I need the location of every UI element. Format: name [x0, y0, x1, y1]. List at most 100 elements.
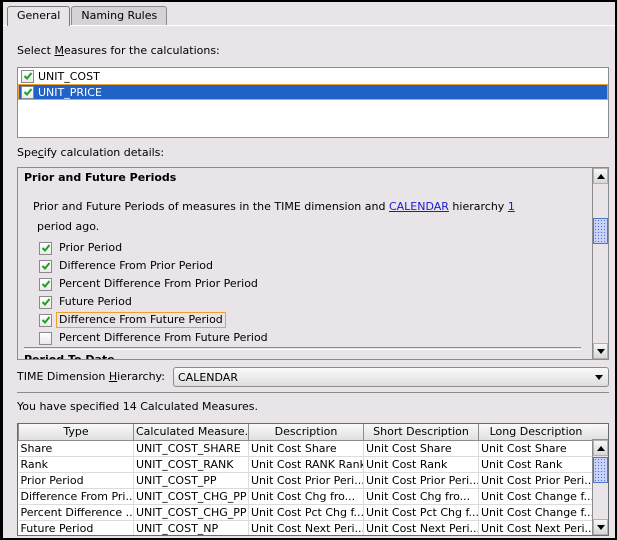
option-label: Prior Period	[59, 241, 123, 254]
table-cell: Difference From Pri...	[18, 487, 134, 505]
table-cell: Unit Cost Chg fro...	[248, 487, 364, 505]
measure-item-unit-cost[interactable]: UNIT_COST	[18, 68, 608, 84]
option-diff-prior-period[interactable]: Difference From Prior Period	[39, 258, 216, 274]
arrow-down-icon	[596, 524, 605, 530]
measure-checkbox[interactable]	[21, 85, 34, 99]
table-cell: Unit Cost Change f...	[478, 503, 594, 521]
section-divider	[24, 347, 581, 350]
table-cell: Unit Cost Share	[478, 439, 594, 457]
table-cell: UNIT_COST_SHARE	[133, 439, 249, 457]
measure-label: UNIT_COST	[38, 69, 100, 83]
table-cell: Unit Cost Chg fro...	[363, 487, 479, 505]
arrow-up-icon	[596, 445, 605, 451]
table-cell: Unit Cost Change f...	[478, 487, 594, 505]
section-description: Prior and Future Periods of measures in …	[33, 200, 515, 213]
scroll-thumb[interactable]	[593, 218, 608, 244]
scroll-up-button[interactable]	[593, 440, 608, 456]
column-header-long-description[interactable]: Long Description	[478, 424, 594, 441]
column-header-calculated-measure[interactable]: Calculated Measure...	[133, 424, 249, 441]
table-row[interactable]: Future Period UNIT_COST_NP Unit Cost Next …	[18, 519, 594, 535]
dimension-name: TIME	[274, 200, 301, 213]
table-cell: Prior Period	[18, 471, 134, 489]
measure-item-unit-price[interactable]: UNIT_PRICE	[18, 84, 608, 100]
measures-label: Select Measures for the calculations:	[17, 44, 220, 57]
tab-bar: General Naming Rules	[7, 6, 168, 26]
checkbox[interactable]	[39, 259, 52, 273]
table-row[interactable]: Percent Difference ... UNIT_COST_CHG_PP Un…	[18, 503, 594, 521]
divider	[17, 392, 609, 393]
option-prior-period[interactable]: Prior Period	[39, 240, 125, 256]
table-cell: Unit Cost Prior Peri...	[248, 471, 364, 489]
checkbox[interactable]	[39, 313, 52, 327]
tab-general[interactable]: General	[7, 6, 71, 26]
hierarchy-select[interactable]: CALENDAR	[173, 367, 609, 387]
table-header-corner	[592, 424, 608, 440]
checkmark-icon	[41, 280, 50, 288]
details-panel: Prior and Future Periods Prior and Futur…	[17, 167, 609, 360]
option-pct-diff-prior-period[interactable]: Percent Difference From Prior Period	[39, 276, 261, 292]
table-cell: Future Period	[18, 519, 134, 535]
checkmark-icon	[23, 72, 32, 80]
details-scrollbar[interactable]	[592, 168, 608, 359]
table-row[interactable]: Difference From Pri... UNIT_COST_CHG_PP Un…	[18, 487, 594, 505]
option-future-period[interactable]: Future Period	[39, 294, 135, 310]
tab-divider	[70, 25, 615, 26]
table-cell: Unit Cost Pct Chg f...	[363, 503, 479, 521]
table-cell: UNIT_COST_CHG_PP	[133, 503, 249, 521]
table-cell: Unit Cost Prior Peri...	[478, 471, 594, 489]
option-label: Percent Difference From Future Period	[59, 331, 268, 344]
periods-link[interactable]: 1	[508, 200, 515, 213]
table-row[interactable]: Prior Period UNIT_COST_PP Unit Cost Prior …	[18, 471, 594, 489]
column-header-description[interactable]: Description	[248, 424, 364, 441]
checkbox[interactable]	[39, 295, 52, 309]
table-scrollbar[interactable]	[592, 424, 608, 535]
table-cell: UNIT_COST_PP	[133, 471, 249, 489]
option-pct-diff-future-period[interactable]: Percent Difference From Future Period	[39, 330, 271, 346]
measures-list[interactable]: UNIT_COST UNIT_PRICE	[17, 67, 609, 138]
column-header-type[interactable]: Type	[18, 424, 134, 441]
checkmark-icon	[41, 316, 50, 324]
summary-text: You have specified 14 Calculated Measure…	[17, 400, 259, 413]
table-cell: Unit Cost Prior Peri...	[363, 471, 479, 489]
section-description-line2: period ago.	[37, 220, 100, 233]
scroll-down-button[interactable]	[593, 343, 608, 359]
table-cell: Unit Cost Share	[363, 439, 479, 457]
table-cell: Unit Cost Share	[248, 439, 364, 457]
scroll-thumb[interactable]	[593, 457, 608, 483]
table-cell: Unit Cost Rank	[478, 455, 594, 473]
checkmark-icon	[41, 262, 50, 270]
measure-checkbox[interactable]	[21, 69, 34, 83]
table-cell: UNIT_COST_CHG_PP	[133, 487, 249, 505]
table-cell: Percent Difference ...	[18, 503, 134, 521]
table-cell: UNIT_COST_NP	[133, 519, 249, 535]
table-cell: Unit Cost Next Peri...	[248, 519, 364, 535]
checkbox[interactable]	[39, 331, 52, 345]
chevron-down-icon	[595, 375, 603, 380]
hierarchy-select-value: CALENDAR	[178, 370, 238, 384]
checkmark-icon	[23, 88, 32, 96]
table-cell: Unit Cost Rank	[363, 455, 479, 473]
details-label: Specify calculation details:	[17, 146, 165, 159]
option-label: Percent Difference From Prior Period	[59, 277, 258, 290]
arrow-up-icon	[596, 173, 605, 179]
table-cell: UNIT_COST_RANK	[133, 455, 249, 473]
checkmark-icon	[41, 244, 50, 252]
table-cell: Unit Cost RANK Rank	[248, 455, 364, 473]
measure-label: UNIT_PRICE	[38, 85, 102, 99]
table-cell: Unit Cost Next Peri...	[363, 519, 479, 535]
option-label: Difference From Future Period	[56, 312, 226, 328]
arrow-down-icon	[596, 348, 605, 354]
column-header-short-description[interactable]: Short Description	[363, 424, 479, 441]
table-cell: Unit Cost Next Peri...	[478, 519, 594, 535]
option-diff-future-period[interactable]: Difference From Future Period	[39, 312, 226, 328]
table-row[interactable]: Share UNIT_COST_SHARE Unit Cost Share Unit …	[18, 439, 594, 457]
hierarchy-link[interactable]: CALENDAR	[389, 200, 449, 213]
checkbox[interactable]	[39, 241, 52, 255]
table-row[interactable]: Rank UNIT_COST_RANK Unit Cost RANK Rank Uni…	[18, 455, 594, 473]
table-cell: Unit Cost Pct Chg f...	[248, 503, 364, 521]
scroll-down-button[interactable]	[593, 519, 608, 535]
option-label: Difference From Prior Period	[59, 259, 214, 272]
scroll-up-button[interactable]	[593, 168, 608, 184]
checkbox[interactable]	[39, 277, 52, 291]
tab-naming-rules[interactable]: Naming Rules	[71, 6, 168, 25]
